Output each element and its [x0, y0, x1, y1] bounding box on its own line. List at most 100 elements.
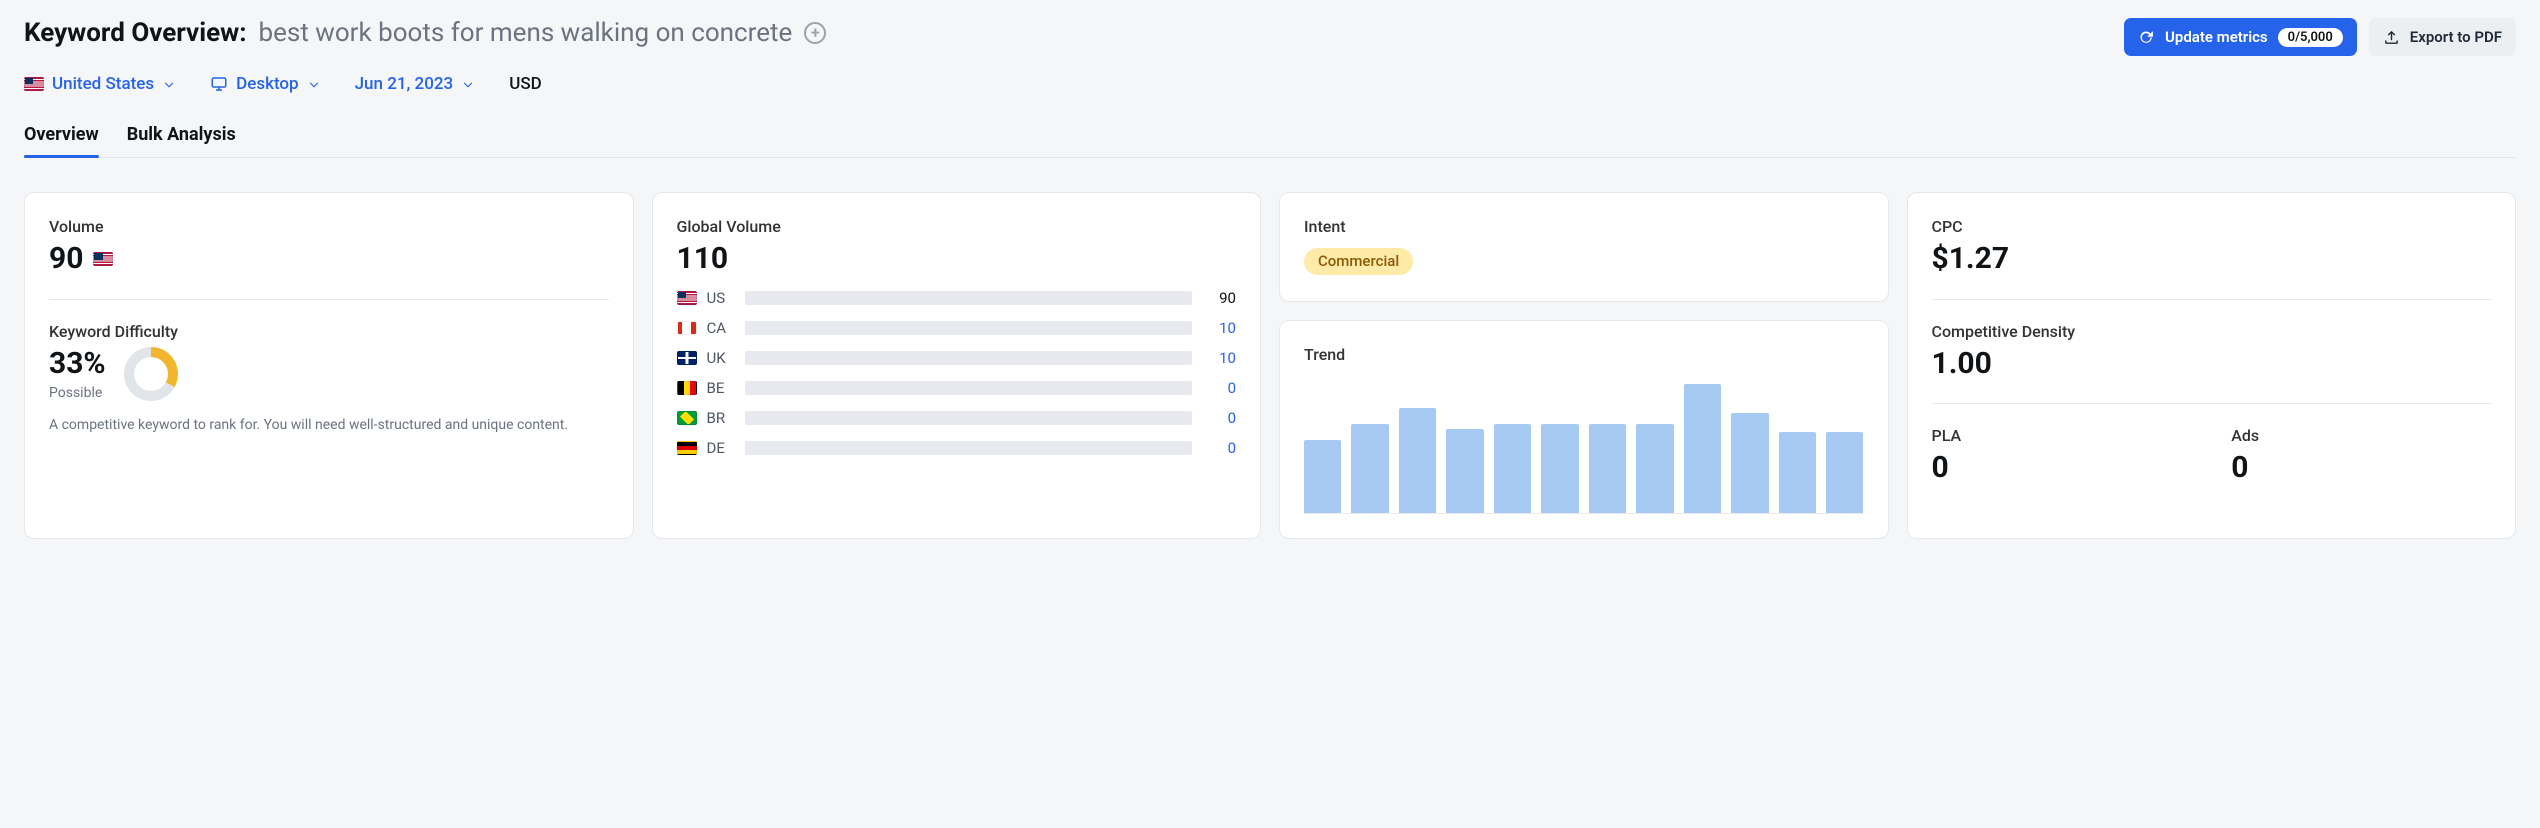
kd-label: Possible	[49, 385, 106, 401]
volume-title: Volume	[49, 217, 609, 236]
update-metrics-count: 0/5,000	[2278, 28, 2343, 47]
intent-card: Intent Commercial	[1279, 192, 1889, 302]
cards-grid: Volume 90 Keyword Difficulty 33% Possibl…	[24, 192, 2516, 559]
trend-bar	[1446, 429, 1483, 513]
intent-title: Intent	[1304, 217, 1864, 236]
country-row[interactable]: CA 10	[677, 319, 1237, 337]
title-keyword: best work boots for mens walking on conc…	[259, 18, 793, 48]
ads-title: Ads	[2231, 426, 2491, 445]
device-filter[interactable]: Desktop	[210, 74, 320, 94]
trend-bar	[1494, 424, 1531, 513]
country-row[interactable]: UK 10	[677, 349, 1237, 367]
flag-uk-icon	[677, 351, 697, 365]
pla-title: PLA	[1932, 426, 2192, 445]
trend-bar	[1304, 440, 1341, 513]
country-code: DE	[707, 439, 735, 457]
trend-title: Trend	[1304, 345, 1864, 364]
chevron-down-icon	[162, 77, 176, 91]
country-code: BE	[707, 379, 735, 397]
flag-us-icon	[24, 77, 44, 91]
global-title: Global Volume	[677, 217, 1237, 236]
date-filter[interactable]: Jun 21, 2023	[355, 74, 476, 94]
kd-title: Keyword Difficulty	[49, 322, 609, 341]
country-bar	[745, 351, 1193, 365]
global-volume-card: Global Volume 110 US 90 CA 10 UK 10 BE 0 BR 0 DE 0	[652, 192, 1262, 539]
trend-bar	[1541, 424, 1578, 513]
title-prefix: Keyword Overview:	[24, 18, 247, 48]
trend-bar	[1351, 424, 1388, 513]
country-value: 10	[1202, 319, 1236, 337]
country-bar	[745, 381, 1193, 395]
country-code: US	[707, 289, 735, 307]
global-total: 110	[677, 242, 1237, 277]
density-value: 1.00	[1932, 347, 2492, 382]
country-row[interactable]: DE 0	[677, 439, 1237, 457]
update-metrics-button[interactable]: Update metrics 0/5,000	[2124, 18, 2357, 56]
volume-card: Volume 90 Keyword Difficulty 33% Possibl…	[24, 192, 634, 539]
trend-bar	[1731, 413, 1768, 513]
export-icon	[2383, 29, 2400, 46]
country-list: US 90 CA 10 UK 10 BE 0 BR 0 DE 0	[677, 289, 1237, 457]
intent-badge: Commercial	[1304, 248, 1413, 275]
country-label: United States	[52, 74, 154, 94]
trend-card: Trend	[1279, 320, 1889, 539]
flag-us-icon	[677, 291, 697, 305]
desktop-icon	[210, 75, 228, 93]
flag-de-icon	[677, 441, 697, 455]
pla-value: 0	[1932, 451, 2192, 486]
country-code: UK	[707, 349, 735, 367]
country-value: 10	[1202, 349, 1236, 367]
country-bar	[745, 411, 1193, 425]
cpc-card: CPC $1.27 Competitive Density 1.00 PLA 0…	[1907, 192, 2517, 539]
flag-ca-icon	[677, 321, 697, 335]
trend-bar	[1684, 384, 1721, 513]
ads-value: 0	[2231, 451, 2491, 486]
country-value: 0	[1202, 379, 1236, 397]
density-title: Competitive Density	[1932, 322, 2492, 341]
tabs: Overview Bulk Analysis	[24, 124, 2516, 158]
tab-bulk-analysis[interactable]: Bulk Analysis	[127, 124, 236, 157]
tab-overview[interactable]: Overview	[24, 124, 99, 157]
country-code: CA	[707, 319, 735, 337]
export-pdf-button[interactable]: Export to PDF	[2369, 18, 2516, 56]
trend-bar	[1399, 408, 1436, 513]
country-filter[interactable]: United States	[24, 74, 176, 94]
flag-us-icon	[93, 252, 113, 266]
flag-be-icon	[677, 381, 697, 395]
cpc-title: CPC	[1932, 217, 2492, 236]
country-row[interactable]: BR 0	[677, 409, 1237, 427]
page-header: Keyword Overview: best work boots for me…	[24, 18, 2516, 56]
country-row[interactable]: BE 0	[677, 379, 1237, 397]
chevron-down-icon	[307, 77, 321, 91]
volume-value: 90	[49, 242, 83, 277]
kd-donut-chart	[124, 347, 178, 401]
trend-chart	[1304, 384, 1864, 514]
kd-percent: 33%	[49, 347, 106, 382]
trend-bar	[1826, 432, 1863, 513]
update-metrics-label: Update metrics	[2165, 28, 2268, 46]
country-value: 0	[1202, 439, 1236, 457]
country-bar	[745, 441, 1193, 455]
refresh-icon	[2138, 29, 2155, 46]
currency-label: USD	[509, 74, 542, 94]
country-bar	[745, 291, 1193, 305]
trend-bar	[1636, 424, 1673, 513]
trend-bar	[1589, 424, 1626, 513]
country-value: 90	[1202, 289, 1236, 307]
filters-row: United States Desktop Jun 21, 2023 USD	[24, 74, 2516, 94]
country-bar	[745, 321, 1193, 335]
country-code: BR	[707, 409, 735, 427]
page-title: Keyword Overview: best work boots for me…	[24, 18, 826, 48]
export-pdf-label: Export to PDF	[2410, 28, 2502, 46]
add-keyword-icon[interactable]: +	[804, 22, 826, 44]
country-value: 0	[1202, 409, 1236, 427]
kd-desc: A competitive keyword to rank for. You w…	[49, 415, 609, 435]
chevron-down-icon	[461, 77, 475, 91]
flag-br-icon	[677, 411, 697, 425]
trend-bar	[1779, 432, 1816, 513]
country-row[interactable]: US 90	[677, 289, 1237, 307]
device-label: Desktop	[236, 74, 298, 94]
cpc-value: $1.27	[1932, 242, 2492, 277]
header-actions: Update metrics 0/5,000 Export to PDF	[2124, 18, 2516, 56]
date-label: Jun 21, 2023	[355, 74, 454, 94]
